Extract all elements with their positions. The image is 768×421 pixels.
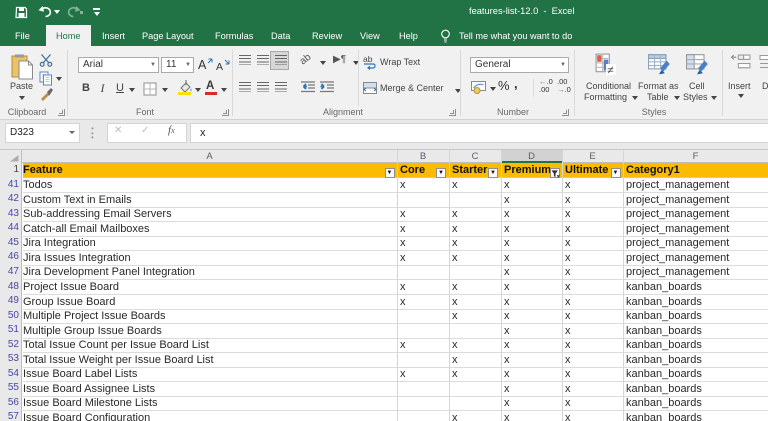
svg-text:≠: ≠ (607, 63, 614, 75)
